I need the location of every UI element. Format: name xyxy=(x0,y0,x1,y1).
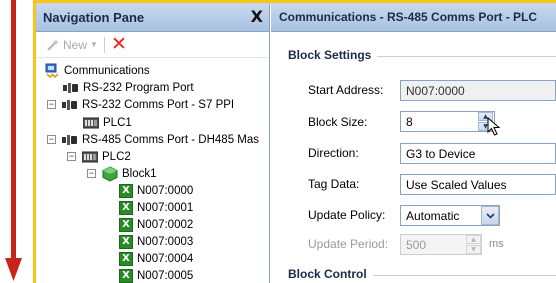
tree-item-label: PLC1 xyxy=(103,116,132,129)
update-policy-label: Update Policy: xyxy=(308,208,386,222)
navigation-pane-header: Navigation Pane X xyxy=(36,3,269,32)
tree-item-label: RS-485 Comms Port - DH485 Mas xyxy=(82,133,260,146)
tag-x-icon: X xyxy=(119,251,133,266)
tree-item-label: RS-232 Program Port xyxy=(83,81,194,94)
navigation-toolbar: New ▼ ✕ xyxy=(36,32,269,58)
chevron-down-icon: ▼ xyxy=(90,40,98,49)
tag-data-select[interactable]: Use Scaled Values xyxy=(400,174,556,195)
tree-item-tag[interactable]: X N007:0002 xyxy=(119,216,193,233)
red-down-arrow xyxy=(5,0,22,281)
delete-icon[interactable]: ✕ xyxy=(111,35,127,54)
tag-data-label: Tag Data: xyxy=(308,177,360,191)
tree-item-rs232-comms-port[interactable]: − RS-232 Comms Port - S7 PPI xyxy=(47,96,234,113)
tree-item-rs485-comms-port[interactable]: − RS-485 Comms Port - DH485 Mas xyxy=(47,131,259,148)
new-button[interactable]: New ▼ xyxy=(46,38,98,52)
plc-icon xyxy=(83,117,99,129)
block-settings-heading: Block Settings xyxy=(288,48,378,62)
close-pane-button[interactable]: X xyxy=(251,9,263,25)
tag-x-icon: X xyxy=(119,200,133,215)
tag-x-icon: X xyxy=(119,234,133,249)
mouse-cursor-icon xyxy=(487,117,501,136)
direction-label: Direction: xyxy=(308,146,359,160)
chevron-down-icon[interactable] xyxy=(481,206,499,225)
spin-up-icon[interactable]: ▲ xyxy=(466,235,481,244)
properties-title: Communications - RS-485 Comms Port - PLC xyxy=(279,10,538,24)
new-button-label: New xyxy=(63,37,88,52)
tree-item-tag[interactable]: X N007:0003 xyxy=(119,233,193,250)
navigation-pane-title: Navigation Pane xyxy=(43,9,145,25)
tree-item-tag[interactable]: X N007:0004 xyxy=(119,250,193,267)
tree-item-label: Communications xyxy=(64,64,150,77)
spin-down-icon[interactable]: ▼ xyxy=(466,245,481,254)
tree-item-tag[interactable]: X N007:0000 xyxy=(119,182,193,199)
update-period-label: Update Period: xyxy=(308,237,389,251)
port-icon xyxy=(62,134,78,146)
collapse-toggle[interactable]: − xyxy=(87,169,96,178)
tree-item-rs232-program-port[interactable]: RS-232 Program Port xyxy=(63,79,194,96)
port-icon xyxy=(62,99,78,111)
tree-item-plc2[interactable]: − PLC2 xyxy=(67,148,131,165)
tree-item-block1[interactable]: − Block1 xyxy=(87,165,157,182)
tree-item-label: PLC2 xyxy=(102,150,131,163)
tree-item-communications[interactable]: Communications xyxy=(44,62,150,79)
update-period-stepper[interactable]: ▲ ▼ xyxy=(466,235,481,254)
tree-item-label: Block1 xyxy=(122,167,157,180)
tree-item-label: N007:0000 xyxy=(137,184,194,197)
new-wand-icon xyxy=(47,38,60,51)
tree-item-label: RS-232 Comms Port - S7 PPI xyxy=(82,98,235,111)
tree-item-plc1[interactable]: PLC1 xyxy=(83,114,132,131)
update-period-unit: ms xyxy=(489,238,504,250)
communications-icon xyxy=(44,63,60,79)
tree-item-tag[interactable]: X N007:0001 xyxy=(119,199,193,216)
tree-item-label: N007:0002 xyxy=(137,218,194,231)
tree-item-tag[interactable]: X N007:0005 xyxy=(119,267,193,283)
port-icon xyxy=(63,82,79,94)
properties-header: Communications - RS-485 Comms Port - PLC xyxy=(271,3,556,32)
collapse-toggle[interactable]: − xyxy=(67,152,76,161)
tree-item-label: N007:0003 xyxy=(137,235,194,248)
block-size-label: Block Size: xyxy=(308,115,368,129)
collapse-toggle[interactable]: − xyxy=(47,135,56,144)
tree-item-label: N007:0004 xyxy=(137,252,194,265)
plc-icon xyxy=(82,151,98,163)
block-control-heading: Block Control xyxy=(288,267,373,281)
start-address-field[interactable]: N007:0000 xyxy=(400,80,556,101)
tree-item-label: N007:0001 xyxy=(137,201,194,214)
start-address-label: Start Address: xyxy=(308,83,384,97)
tag-x-icon: X xyxy=(119,217,133,232)
collapse-toggle[interactable]: − xyxy=(47,100,56,109)
direction-select[interactable]: G3 to Device xyxy=(400,143,556,164)
toolbar-divider xyxy=(103,36,105,53)
navigation-pane: Navigation Pane X New ▼ ✕ Communications… xyxy=(36,3,270,283)
tree-item-label: N007:0005 xyxy=(137,269,194,282)
tag-x-icon: X xyxy=(119,183,133,198)
tag-x-icon: X xyxy=(119,268,133,283)
properties-panel: Communications - RS-485 Comms Port - PLC… xyxy=(271,3,556,283)
block-icon xyxy=(102,165,118,182)
